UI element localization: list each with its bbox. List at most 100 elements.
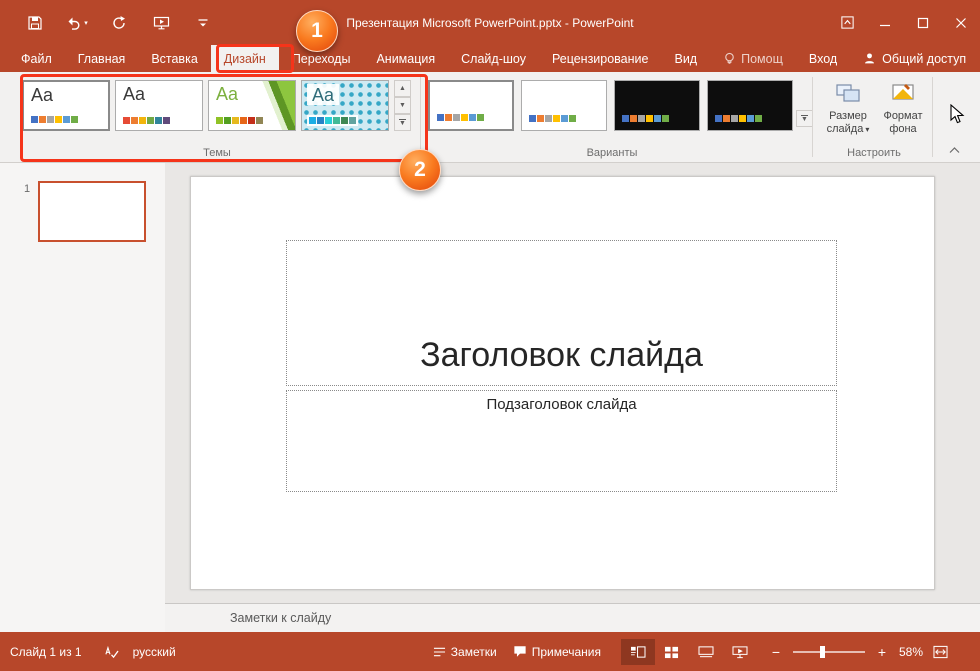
notes-toggle-button[interactable]: Заметки [433,645,497,659]
save-button[interactable] [14,7,56,39]
theme-aa-sample: Aa [307,84,340,105]
tab-animations[interactable]: Анимация [363,45,448,72]
themes-scroll-down-button[interactable]: ▼ [394,97,411,114]
tab-insert[interactable]: Вставка [138,45,210,72]
normal-view-button[interactable] [620,638,655,665]
theme-color-swatches [307,115,358,126]
format-background-label-line1: Формат [883,110,923,122]
zoom-slider[interactable] [792,645,865,658]
minimize-icon [880,24,890,26]
group-separator [812,77,813,157]
notes-pane[interactable]: Заметки к слайду [165,603,980,632]
language-button[interactable]: русский [133,645,176,659]
minimize-button[interactable] [866,0,904,45]
theme-thumbnail-integral[interactable]: Aa [301,80,389,131]
subtitle-placeholder[interactable]: Подзаголовок слайда [286,390,837,492]
collapse-ribbon-button[interactable] [944,143,964,157]
slide-size-button[interactable]: Размер слайда ▾ [821,78,875,152]
slide-sorter-view-button[interactable] [655,639,689,665]
repeat-icon [113,15,125,29]
ribbon-display-options-button[interactable] [828,0,866,45]
zoom-in-button[interactable]: + [873,644,891,660]
format-background-button[interactable]: Формат фона [876,78,930,152]
themes-scroll-up-button[interactable]: ▲ [394,80,411,97]
theme-thumbnail-office[interactable]: Aa [22,80,110,131]
comments-toggle-button[interactable]: Примечания [513,645,601,659]
tab-design[interactable]: Дизайн [210,45,279,72]
customize-qat-button[interactable] [182,7,224,39]
close-button[interactable] [942,0,980,45]
chevron-up-icon [949,146,959,153]
slide-size-icon [835,78,861,108]
zoom-level[interactable]: 58% [899,645,923,659]
maximize-button[interactable] [904,0,942,45]
undo-dropdown-caret-icon[interactable]: ▾ [84,19,88,27]
variant-thumbnail-4[interactable] [707,80,793,131]
comments-toggle-label: Примечания [531,644,601,659]
fit-slide-to-window-button[interactable] [933,645,948,659]
variant-color-swatches [715,115,762,122]
title-bar: ▾ Презентация Microsoft PowerPoint.pptx … [0,0,980,45]
notes-placeholder: Заметки к слайду [230,611,332,625]
reading-view-button[interactable] [689,639,723,665]
theme-color-swatches [31,116,78,123]
normal-view-icon [630,645,646,658]
variant-thumbnail-1[interactable] [428,80,514,131]
theme-aa-sample: Aa [123,84,146,104]
ribbon-tab-bar: Файл Главная Вставка Дизайн Переходы Ани… [0,45,980,72]
annotation-step-1: 1 [296,10,338,52]
start-from-beginning-button[interactable] [140,7,182,39]
zoom-out-button[interactable]: − [767,644,785,660]
spellcheck-button[interactable] [104,645,119,659]
reading-view-icon [698,645,714,657]
themes-more-button[interactable]: ▼ [394,114,411,131]
dropdown-caret-icon: ▾ [865,125,870,134]
share-button[interactable]: Общий доступ [850,45,980,72]
slide-number: 1 [24,183,31,195]
help-label: Помощ [741,51,783,66]
theme-aa-sample: Aa [31,85,54,105]
title-placeholder[interactable]: Заголовок слайда [286,240,837,386]
variant-thumbnail-2[interactable] [521,80,607,131]
slideshow-start-icon [153,16,169,29]
slide-size-label-line2: слайда [826,123,864,135]
group-separator [932,77,933,157]
editing-area: Заголовок слайда Подзаголовок слайда [165,163,980,603]
annotation-step-1-number: 1 [311,19,323,42]
theme-aa-sample: Aa [216,84,239,104]
variant-thumbnail-3[interactable] [614,80,700,131]
lightbulb-icon [725,52,734,64]
scroll-down-icon: ▼ [399,102,406,109]
variant-color-swatches [437,114,484,121]
spellcheck-icon [104,645,119,658]
slide-thumbnail-selected[interactable] [38,181,146,242]
theme-thumbnail-2[interactable]: Aa [115,80,203,131]
annotation-step-2-number: 2 [414,158,426,181]
ribbon-display-options-icon [840,16,854,29]
undo-button[interactable]: ▾ [56,7,98,39]
tab-slideshow[interactable]: Слайд-шоу [448,45,539,72]
zoom-slider-thumb[interactable] [820,645,826,658]
annotation-step-2: 2 [399,149,441,191]
slideshow-view-icon [732,645,748,658]
sign-in-button[interactable]: Вход [796,45,850,72]
tab-file[interactable]: Файл [8,45,65,72]
tab-home[interactable]: Главная [65,45,139,72]
customize-group-label: Настроить [847,147,901,159]
variants-group-label: Варианты [586,147,638,159]
tell-me-help[interactable]: Помощ [710,45,796,72]
themes-group-label: Темы [203,147,231,159]
window-controls [828,0,980,45]
slide-counter[interactable]: Слайд 1 из 1 [10,645,82,659]
theme-thumbnail-facet[interactable]: Aa [208,80,296,131]
variant-color-swatches [622,115,669,122]
variants-more-button[interactable]: ▼ [796,110,813,127]
tab-review[interactable]: Рецензирование [539,45,662,72]
slideshow-view-button[interactable] [723,639,757,665]
repeat-button[interactable] [98,7,140,39]
save-icon [28,15,42,30]
tab-view[interactable]: Вид [661,45,710,72]
notes-toggle-label: Заметки [450,644,497,659]
customize-qat-icon [198,18,208,26]
slide-canvas[interactable]: Заголовок слайда Подзаголовок слайда [190,176,935,590]
